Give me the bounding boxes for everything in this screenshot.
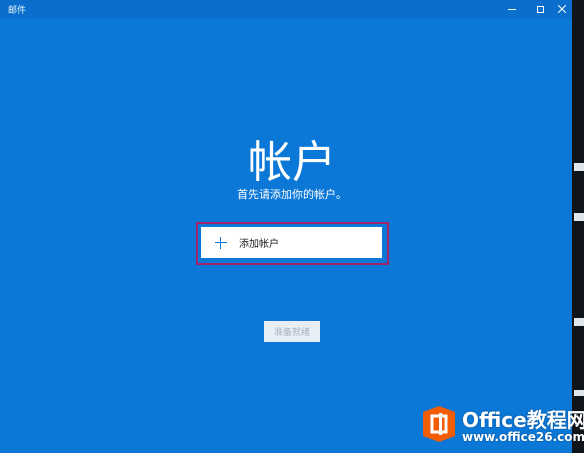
window-title: 邮件 [8,6,27,16]
close-icon [558,5,566,13]
ready-button[interactable]: 准备就绪 [264,321,320,342]
office-logo-icon [423,406,455,442]
mail-window: 邮件 帐户 首先请添加你的帐户。 添加帐户 准备就绪 [0,0,572,453]
minimize-icon [508,8,516,10]
page-title: 帐户 [248,137,336,188]
add-account-label: 添加帐户 [239,239,279,250]
background-window-strip [574,318,584,326]
maximize-icon [536,5,544,13]
close-button[interactable] [549,0,572,18]
plus-icon [215,236,227,249]
background-window-strip [574,163,584,171]
background-desktop-edge [572,0,584,453]
add-account-button[interactable]: 添加帐户 [201,227,382,258]
page-subtitle: 首先请添加你的帐户。 [237,188,347,201]
background-window-strip [574,390,584,396]
background-window-strip [574,213,584,221]
watermark: Office教程网 www.office26.com [416,400,584,448]
title-bar[interactable]: 邮件 [0,0,572,18]
watermark-title: Office教程网 [462,408,584,432]
watermark-url: www.office26.com [462,430,584,444]
minimize-button[interactable] [499,0,525,18]
